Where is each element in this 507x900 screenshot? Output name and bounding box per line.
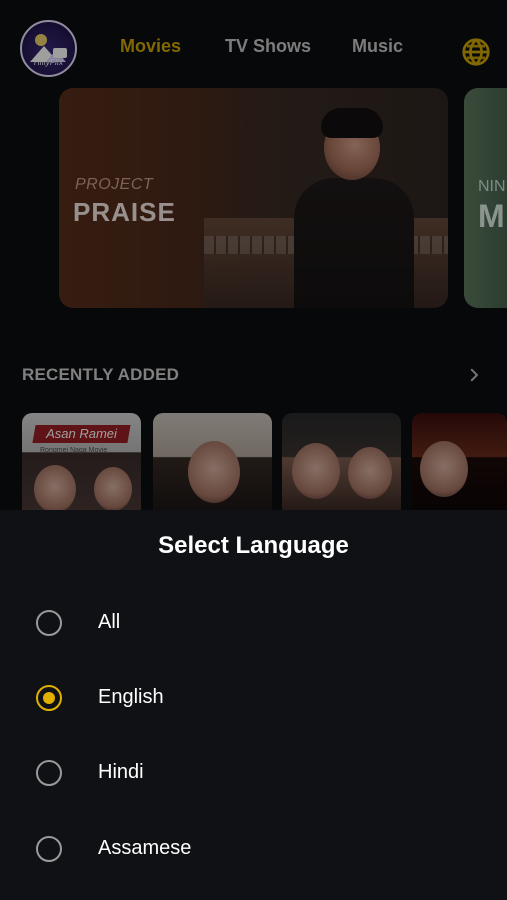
radio-icon[interactable] bbox=[36, 610, 62, 636]
language-option-english[interactable]: English bbox=[34, 676, 474, 720]
sheet-title: Select Language bbox=[158, 532, 349, 559]
language-option-label: Assamese bbox=[98, 837, 192, 859]
language-option-all[interactable]: All bbox=[34, 601, 474, 645]
scrim-overlay[interactable] bbox=[0, 0, 507, 510]
radio-selected-icon[interactable] bbox=[36, 685, 62, 711]
radio-icon[interactable] bbox=[36, 836, 62, 862]
language-option-label: English bbox=[98, 686, 164, 708]
language-option-hindi[interactable]: Hindi bbox=[34, 751, 474, 795]
language-option-label: Hindi bbox=[98, 761, 144, 783]
radio-icon[interactable] bbox=[36, 760, 62, 786]
language-option-assamese[interactable]: Assamese bbox=[34, 827, 474, 871]
language-option-label: All bbox=[98, 611, 121, 633]
